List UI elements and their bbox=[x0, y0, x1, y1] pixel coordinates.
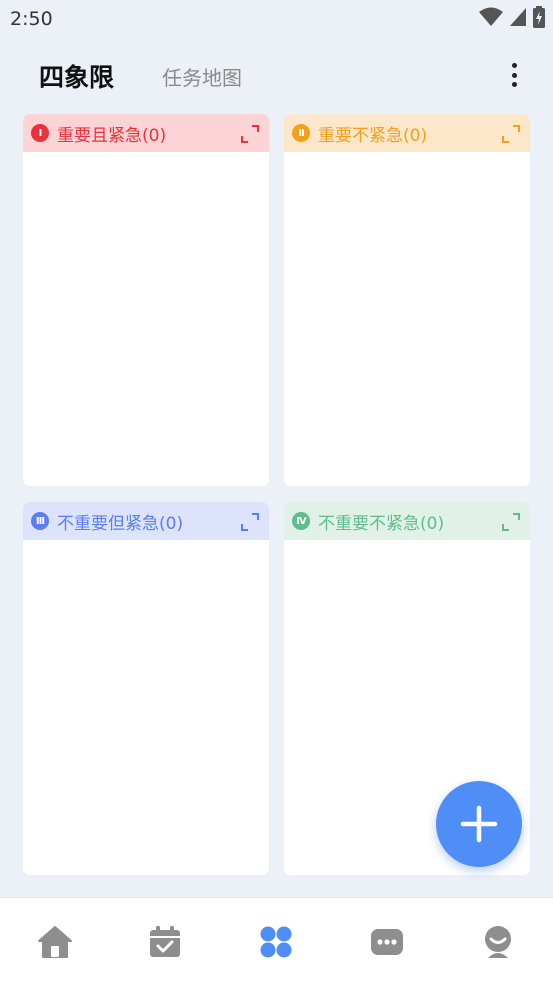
status-time: 2:50 bbox=[10, 8, 53, 30]
nav-messages[interactable] bbox=[367, 922, 407, 962]
quadrant-title: 不重要但紧急(0) bbox=[57, 513, 184, 534]
quadrant-task-list bbox=[23, 152, 269, 486]
quadrant-header[interactable]: I 重要且紧急(0) bbox=[23, 114, 269, 152]
add-task-button[interactable] bbox=[436, 781, 522, 867]
bottom-navigation bbox=[0, 897, 553, 984]
battery-charging-icon bbox=[533, 6, 545, 28]
quadrant-badge-icon: II bbox=[292, 124, 310, 142]
plus-icon bbox=[460, 805, 498, 843]
nav-quadrants[interactable] bbox=[256, 922, 296, 962]
expand-icon[interactable] bbox=[240, 512, 260, 532]
tab-task-map[interactable]: 任务地图 bbox=[162, 62, 242, 91]
quadrant-title: 不重要不紧急(0) bbox=[318, 513, 445, 534]
more-dot-icon bbox=[511, 72, 517, 78]
quadrant-badge-icon: III bbox=[31, 512, 49, 530]
chat-bubble-icon bbox=[371, 929, 403, 955]
quadrant-important-urgent[interactable]: I 重要且紧急(0) bbox=[23, 114, 269, 486]
quadrant-title: 重要且紧急(0) bbox=[57, 125, 167, 146]
more-dot-icon bbox=[511, 63, 517, 68]
quadrant-task-list bbox=[284, 152, 530, 486]
home-icon bbox=[38, 926, 72, 958]
more-options-button[interactable] bbox=[503, 60, 525, 90]
header: 四象限 任务地图 bbox=[0, 50, 553, 102]
expand-icon[interactable] bbox=[240, 124, 260, 144]
expand-icon[interactable] bbox=[501, 124, 521, 144]
quadrant-important-not-urgent[interactable]: II 重要不紧急(0) bbox=[284, 114, 530, 486]
expand-icon[interactable] bbox=[501, 512, 521, 532]
nav-profile[interactable] bbox=[478, 922, 518, 962]
profile-icon bbox=[485, 926, 511, 958]
cellular-signal-icon bbox=[510, 8, 526, 26]
tab-quadrants[interactable]: 四象限 bbox=[39, 58, 114, 94]
quadrant-badge-icon: IV bbox=[292, 512, 310, 530]
quadrant-header[interactable]: IV 不重要不紧急(0) bbox=[284, 502, 530, 540]
quadrant-grid-icon bbox=[260, 926, 292, 958]
more-dot-icon bbox=[511, 82, 517, 87]
nav-calendar[interactable] bbox=[145, 922, 185, 962]
calendar-check-icon bbox=[150, 926, 180, 957]
status-bar: 2:50 bbox=[0, 0, 553, 38]
quadrant-header[interactable]: III 不重要但紧急(0) bbox=[23, 502, 269, 540]
wifi-icon bbox=[479, 7, 503, 26]
quadrant-not-important-urgent[interactable]: III 不重要但紧急(0) bbox=[23, 502, 269, 875]
quadrant-badge-icon: I bbox=[31, 124, 49, 142]
nav-home[interactable] bbox=[35, 922, 75, 962]
screen: 2:50 四象限 任务地图 I 重要且紧急(0) II 重要不紧急(0) III… bbox=[0, 0, 553, 984]
quadrant-task-list bbox=[23, 540, 269, 875]
status-icons bbox=[479, 6, 545, 28]
quadrant-header[interactable]: II 重要不紧急(0) bbox=[284, 114, 530, 152]
quadrant-title: 重要不紧急(0) bbox=[318, 125, 428, 146]
